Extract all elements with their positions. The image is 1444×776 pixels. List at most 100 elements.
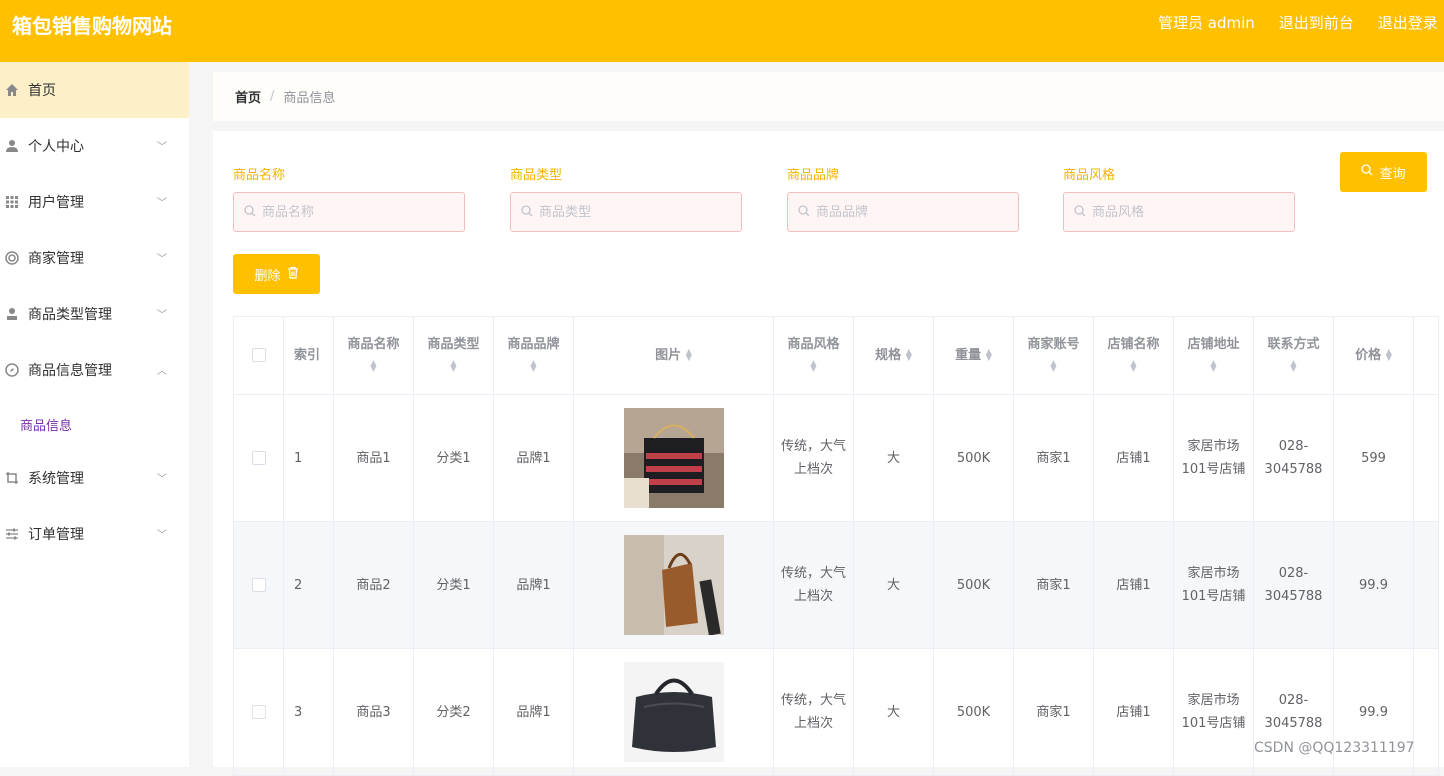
address-cell: 家居市场101号店铺 (1173, 394, 1254, 522)
sidebar-item-label: 个人中心 (28, 139, 84, 155)
column-header[interactable]: 图片 ▲ ▼ (573, 316, 774, 395)
sort-icon[interactable]: ▲ ▼ (810, 359, 816, 373)
chevron-down-icon: ﹀ (157, 474, 167, 485)
sort-icon[interactable]: ▲ ▼ (530, 359, 536, 373)
select-all-checkbox[interactable] (251, 348, 266, 362)
product-brand-field[interactable] (816, 204, 1006, 220)
sidebar-item-home[interactable]: 首页 (0, 62, 189, 118)
search-input-brand[interactable] (787, 192, 1019, 232)
sort-icon[interactable]: ▲ ▼ (986, 348, 992, 362)
sort-icon[interactable]: ▲ ▼ (1130, 359, 1136, 373)
search-input-style[interactable] (1063, 192, 1295, 232)
row-checkbox[interactable] (251, 578, 266, 592)
spec-cell: 大 (853, 394, 934, 522)
price-cell: 99.9 (1333, 648, 1414, 776)
sidebar-subitem-product-info[interactable]: 商品信息 (0, 398, 189, 450)
overflow-cell (1413, 521, 1439, 649)
column-header[interactable]: 商品品牌 ▲ ▼ (493, 316, 574, 395)
table-row: 1 商品1 分类1 品牌1 传统，大气上档次 大 500K 商家1 店铺1 家居… (233, 394, 1439, 522)
sidebar-item-user-management[interactable]: 用户管理 ﹀ (0, 174, 189, 230)
watermark: CSDN @QQ123311197 (1254, 740, 1415, 756)
lifebuoy-icon (4, 250, 20, 266)
column-header[interactable]: 商品名称 ▲ ▼ (333, 316, 414, 395)
sidebar-item-system-management[interactable]: 系统管理 ﹀ (0, 450, 189, 506)
breadcrumb-home[interactable]: 首页 (235, 87, 261, 106)
filter-label-type: 商品类型 (510, 168, 563, 183)
weight-cell: 500K (933, 521, 1014, 649)
sidebar-item-label: 首页 (28, 83, 56, 99)
app-title: 箱包销售购物网站 (12, 14, 172, 38)
sort-icon[interactable]: ▲ ▼ (1386, 348, 1392, 362)
column-header[interactable]: 店铺地址 ▲ ▼ (1173, 316, 1254, 395)
overflow-cell (1413, 394, 1439, 522)
sidebar-item-personal-center[interactable]: 个人中心 ﹀ (0, 118, 189, 174)
shop-cell: 店铺1 (1093, 394, 1174, 522)
product-image[interactable] (623, 662, 724, 762)
sidebar-item-label: 商品信息管理 (28, 363, 112, 379)
filter-label-style: 商品风格 (1063, 168, 1116, 183)
person-icon (4, 306, 20, 322)
delete-button-label: 删除 (254, 268, 281, 284)
column-header: 索引 (283, 316, 334, 395)
sidebar-item-product-info-management[interactable]: 商品信息管理 ︿ (0, 342, 189, 398)
column-header[interactable]: 联系方式 ▲ ▼ (1253, 316, 1334, 395)
sort-icon[interactable]: ▲ ▼ (450, 359, 456, 373)
sidebar-item-order-management[interactable]: 订单管理 ﹀ (0, 506, 189, 562)
column-header[interactable]: 重量 ▲ ▼ (933, 316, 1014, 395)
weight-cell: 500K (933, 648, 1014, 776)
search-icon (1361, 164, 1373, 180)
product-type-field[interactable] (539, 204, 729, 220)
delete-button[interactable]: 删除 (233, 254, 320, 294)
sort-icon[interactable]: ▲ ▼ (686, 348, 692, 362)
name-cell: 商品2 (333, 521, 414, 649)
sort-icon[interactable]: ▲ ▼ (1210, 359, 1216, 373)
overflow-cell (1413, 648, 1439, 776)
index-cell: 2 (283, 521, 334, 649)
sort-icon[interactable]: ▲ ▼ (370, 359, 376, 373)
merchant-cell: 商家1 (1013, 521, 1094, 649)
filter-label-brand: 商品品牌 (787, 168, 840, 183)
sidebar-item-label: 系统管理 (28, 471, 84, 487)
search-button[interactable]: 查询 (1340, 152, 1427, 192)
sidebar-item-merchant-management[interactable]: 商家管理 ﹀ (0, 230, 189, 286)
style-cell: 传统，大气上档次 (773, 648, 854, 776)
search-input-name[interactable] (233, 192, 465, 232)
product-image[interactable] (623, 535, 724, 635)
column-header[interactable]: 价格 ▲ ▼ (1333, 316, 1414, 395)
product-image[interactable] (623, 408, 724, 508)
table-row: 3 商品3 分类2 品牌1 传统，大气上档次 大 500K 商家1 店铺1 家居… (233, 648, 1439, 776)
search-input-type[interactable] (510, 192, 742, 232)
chevron-down-icon: ﹀ (157, 142, 167, 153)
column-header[interactable]: 商品类型 ▲ ▼ (413, 316, 494, 395)
search-icon (1074, 204, 1086, 220)
row-checkbox[interactable] (251, 451, 266, 465)
chevron-down-icon: ﹀ (157, 254, 167, 265)
sort-icon[interactable]: ▲ ▼ (1290, 359, 1296, 373)
type-cell: 分类2 (413, 648, 494, 776)
filter-label-name: 商品名称 (233, 168, 286, 183)
logout-link[interactable]: 退出登录 (1378, 12, 1438, 33)
column-header-label: 商品名称 (347, 336, 400, 352)
select-all-cell (233, 316, 284, 395)
sort-icon[interactable]: ▲ ▼ (906, 348, 912, 362)
index-cell: 3 (283, 648, 334, 776)
shop-cell: 店铺1 (1093, 648, 1174, 776)
product-style-field[interactable] (1092, 204, 1282, 220)
sidebar-item-product-type-management[interactable]: 商品类型管理 ﹀ (0, 286, 189, 342)
column-header[interactable]: 规格 ▲ ▼ (853, 316, 934, 395)
admin-label[interactable]: 管理员 admin (1158, 12, 1255, 33)
merchant-cell: 商家1 (1013, 394, 1094, 522)
column-header[interactable]: 商品风格 ▲ ▼ (773, 316, 854, 395)
sort-icon[interactable]: ▲ ▼ (1050, 359, 1056, 373)
row-checkbox[interactable] (251, 705, 266, 719)
style-cell: 传统，大气上档次 (773, 394, 854, 522)
product-name-field[interactable] (262, 204, 452, 220)
column-header[interactable]: 商家账号 ▲ ▼ (1013, 316, 1094, 395)
contact-cell: 028-3045788 (1253, 521, 1334, 649)
column-header[interactable]: 店铺名称 ▲ ▼ (1093, 316, 1174, 395)
name-cell: 商品3 (333, 648, 414, 776)
column-header-label: 重量 (955, 347, 982, 363)
search-icon (798, 204, 810, 220)
column-header-label: 商品品牌 (507, 336, 560, 352)
exit-to-front-link[interactable]: 退出到前台 (1279, 12, 1354, 33)
